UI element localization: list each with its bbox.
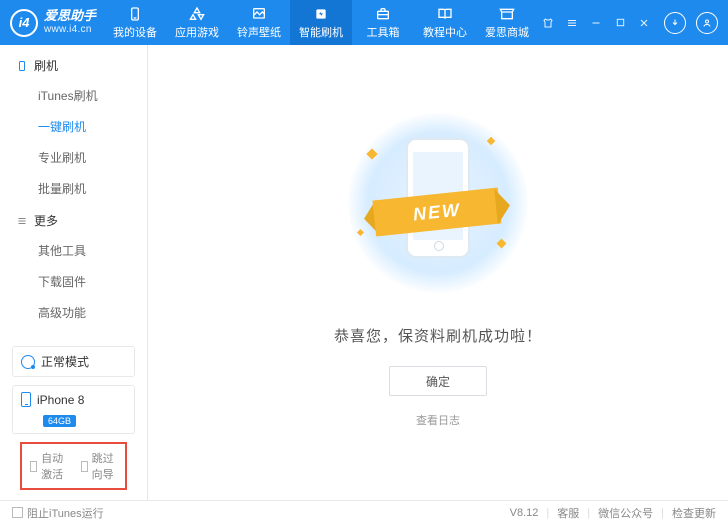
nav-ringtone[interactable]: 铃声壁纸 [228,0,290,45]
new-ribbon: NEW [362,190,512,234]
nav-flash[interactable]: 智能刷机 [290,0,352,45]
list-icon [16,215,28,227]
nav-tutorial[interactable]: 教程中心 [414,0,476,45]
toolbox-icon [374,6,392,22]
device-box[interactable]: iPhone 8 64GB [12,385,135,434]
sidebar-item-batch[interactable]: 批量刷机 [16,173,131,204]
user-button[interactable] [696,12,718,34]
brand-name: 爱思助手 [44,9,96,24]
phone-small-icon [21,392,31,407]
wallpaper-icon [250,6,268,22]
checkbox-highlight: 自动激活 跳过向导 [20,442,127,490]
nav-label: 教程中心 [423,24,467,40]
sidebar-header-more: 更多 [16,212,131,229]
nav-label: 我的设备 [113,24,157,40]
nav-apps[interactable]: 应用游戏 [166,0,228,45]
device-storage-badge: 64GB [43,415,76,427]
sidebar-header-label: 刷机 [34,57,58,74]
maximize-button[interactable] [610,13,630,33]
store-icon [498,6,516,22]
checkbox-icon [81,461,88,472]
sidebar: 刷机 iTunes刷机 一键刷机 专业刷机 批量刷机 更多 其他工具 下载固件 … [0,45,148,500]
support-link[interactable]: 客服 [557,505,579,521]
checkbox-icon [30,461,37,472]
nav-label: 智能刷机 [299,24,343,40]
download-button[interactable] [664,12,686,34]
sidebar-item-download-fw[interactable]: 下载固件 [16,266,131,297]
ribbon-text: NEW [372,188,501,237]
footer: 阻止iTunes运行 V8.12 | 客服 | 微信公众号 | 检查更新 [0,500,728,524]
view-log-link[interactable]: 查看日志 [416,412,460,428]
logo-icon: i4 [10,9,38,37]
ok-button[interactable]: 确定 [389,366,487,396]
checkbox-label: 自动激活 [41,450,66,482]
nav-toolbox[interactable]: 工具箱 [352,0,414,45]
main-content: NEW 恭喜您，保资料刷机成功啦！ 确定 查看日志 [148,45,728,500]
nav-label: 铃声壁纸 [237,24,281,40]
nav-label: 工具箱 [367,24,400,40]
check-update-link[interactable]: 检查更新 [672,505,716,521]
flash-icon [312,6,330,22]
version-label: V8.12 [510,507,539,519]
nav-store[interactable]: 爱思商城 [476,0,538,45]
checkbox-auto-activate[interactable]: 自动激活 [30,450,67,482]
checkbox-label: 阻止iTunes运行 [27,505,104,521]
brand-url: www.i4.cn [44,24,96,36]
app-icon [188,6,206,22]
book-icon [436,6,454,22]
mode-label: 正常模式 [41,353,89,370]
sidebar-item-pro[interactable]: 专业刷机 [16,142,131,173]
sidebar-item-othertools[interactable]: 其他工具 [16,235,131,266]
wechat-link[interactable]: 微信公众号 [598,505,653,521]
tshirt-icon[interactable] [538,13,558,33]
minimize-button[interactable] [586,13,606,33]
checkbox-icon [12,507,23,518]
sidebar-item-onekey[interactable]: 一键刷机 [16,111,131,142]
sidebar-header-label: 更多 [34,212,58,229]
checkbox-block-itunes[interactable]: 阻止iTunes运行 [12,505,104,521]
menu-icon[interactable] [562,13,582,33]
checkbox-skip-guide[interactable]: 跳过向导 [81,450,118,482]
window-controls [538,12,718,34]
nav-label: 应用游戏 [175,24,219,40]
sidebar-item-itunes[interactable]: iTunes刷机 [16,80,131,111]
logo[interactable]: i4 爱思助手 www.i4.cn [10,9,104,37]
title-bar: i4 爱思助手 www.i4.cn 我的设备 应用游戏 铃声壁纸 智能刷机 工具… [0,0,728,45]
success-message: 恭喜您，保资料刷机成功啦！ [334,325,542,346]
nav-label: 爱思商城 [485,24,529,40]
nav-my-device[interactable]: 我的设备 [104,0,166,45]
device-name: iPhone 8 [37,393,84,407]
checkbox-label: 跳过向导 [92,450,117,482]
mode-box[interactable]: 正常模式 [12,346,135,377]
top-nav: 我的设备 应用游戏 铃声壁纸 智能刷机 工具箱 教程中心 爱思商城 [104,0,538,45]
success-illustration: NEW [338,110,538,295]
sidebar-header-flash: 刷机 [16,57,131,74]
close-button[interactable] [634,13,654,33]
device-icon [16,60,28,72]
phone-icon [126,6,144,22]
sidebar-item-advanced[interactable]: 高级功能 [16,297,131,328]
mode-icon [21,355,35,369]
